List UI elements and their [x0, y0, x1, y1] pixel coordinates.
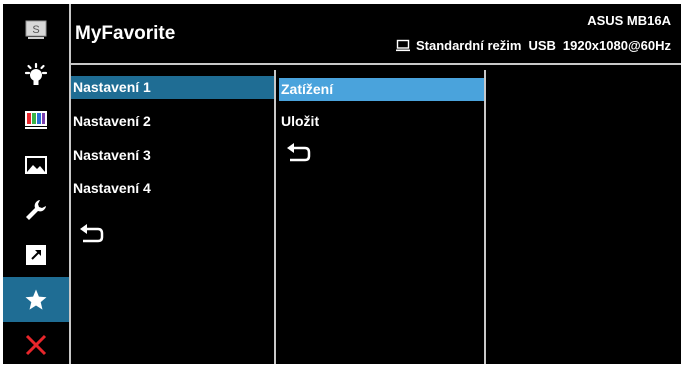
sidebar: S	[3, 4, 69, 364]
brightness-icon	[24, 62, 48, 85]
menu-item-setting-4[interactable]: Nastavení 4	[71, 177, 274, 200]
shortcut-icon	[26, 244, 46, 265]
color-icon	[25, 110, 47, 129]
column-divider	[484, 70, 486, 364]
menu-item-setting-3[interactable]: Nastavení 3	[71, 144, 274, 167]
close-icon	[25, 334, 47, 355]
sidebar-item-brightness[interactable]	[3, 52, 69, 97]
resolution: 1920x1080@60Hz	[562, 38, 671, 53]
menu-item-setting-2[interactable]: Nastavení 2	[71, 110, 274, 133]
input-source: USB	[528, 38, 556, 53]
osd-menu: S MyFavorite ASUS MB16A Standardní režim…	[3, 4, 681, 364]
page-title: MyFavorite	[75, 23, 176, 44]
image-icon	[25, 155, 47, 174]
back-icon[interactable]	[78, 223, 104, 243]
menu-item-setting-1[interactable]: Nastavení 1	[71, 76, 274, 99]
sidebar-item-system-setup[interactable]	[3, 187, 69, 232]
model-name: ASUS MB16A	[587, 13, 671, 28]
sidebar-item-shortcut[interactable]	[3, 232, 69, 277]
sidebar-item-splendid[interactable]: S	[3, 7, 69, 52]
column-divider	[274, 70, 276, 364]
star-icon	[25, 289, 47, 310]
svg-text:S: S	[32, 24, 39, 36]
submenu-item-save[interactable]: Uložit	[279, 110, 484, 133]
back-icon[interactable]	[285, 142, 311, 162]
submenu-item-load[interactable]: Zatížení	[279, 78, 484, 101]
splendid-icon: S	[25, 20, 47, 39]
sidebar-item-color[interactable]	[3, 97, 69, 142]
sidebar-item-image[interactable]	[3, 142, 69, 187]
sidebar-item-myfavorite[interactable]	[3, 277, 69, 322]
system-setup-icon	[26, 199, 46, 220]
color-mode: Standardní režim	[415, 38, 522, 53]
status-line: Standardní režim USB 1920x1080@60Hz	[395, 38, 671, 53]
monitor-icon	[395, 39, 410, 52]
sidebar-item-close[interactable]	[3, 322, 69, 367]
header-divider	[71, 63, 681, 65]
